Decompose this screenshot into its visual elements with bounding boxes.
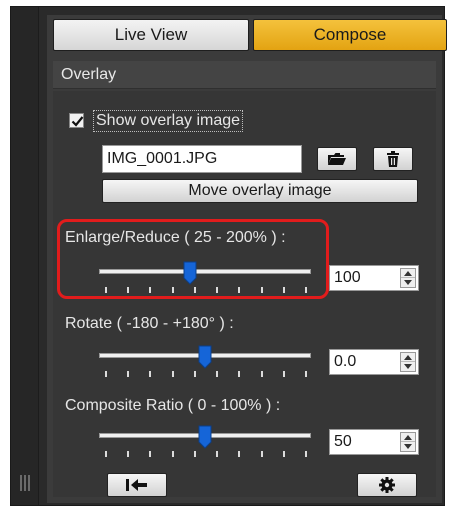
stepper-up-icon[interactable] (401, 433, 415, 442)
slider-ticks (99, 287, 311, 295)
checkmark-icon (71, 116, 84, 127)
enlarge-spinbox[interactable]: 100 (329, 265, 419, 291)
stepper-up-icon[interactable] (401, 269, 415, 278)
enlarge-value[interactable]: 100 (334, 266, 361, 290)
slider-tick (194, 451, 196, 457)
composite-ratio-value[interactable]: 50 (334, 430, 352, 454)
tab-compose[interactable]: Compose (253, 19, 447, 51)
slider-tick (238, 287, 240, 293)
slider-tick (127, 371, 129, 377)
slider-tick (127, 287, 129, 293)
slider-tick (172, 451, 174, 457)
composite-ratio-spinbox[interactable]: 50 (329, 429, 419, 455)
delete-overlay-button[interactable] (373, 147, 413, 171)
app-window: Live View Compose Overlay Show overlay i… (10, 6, 447, 506)
slider-tick (305, 371, 307, 377)
slider-tick (172, 287, 174, 293)
composite-ratio-slider[interactable] (99, 425, 315, 465)
slider-tick (305, 287, 307, 293)
stepper-down-icon[interactable] (401, 442, 415, 451)
slider-tick (283, 287, 285, 293)
slider-tick (261, 451, 263, 457)
slider-thumb[interactable] (198, 425, 212, 449)
rotate-spinbox[interactable]: 0.0 (329, 349, 419, 375)
slider-tick (216, 371, 218, 377)
folder-open-icon (328, 153, 346, 165)
slider-tick (105, 287, 107, 293)
slider-tick (283, 451, 285, 457)
slider-tick (149, 371, 151, 377)
rotate-stepper[interactable] (400, 352, 416, 372)
slider-tick (261, 287, 263, 293)
slider-thumb[interactable] (198, 345, 212, 369)
stepper-up-icon[interactable] (401, 353, 415, 362)
overlay-filename-field[interactable]: IMG_0001.JPG (102, 145, 302, 173)
gear-icon (379, 477, 395, 493)
slider-tick (305, 451, 307, 457)
slider-tick (149, 451, 151, 457)
section-header-overlay: Overlay (53, 61, 436, 89)
enlarge-slider[interactable] (99, 261, 315, 301)
resize-grip-icon[interactable] (20, 475, 30, 491)
slider-tick (238, 371, 240, 377)
slider-ticks (99, 451, 311, 459)
stepper-down-icon[interactable] (401, 278, 415, 287)
reset-arrow-icon (126, 479, 147, 491)
slider-tick (283, 371, 285, 377)
rotate-slider[interactable] (99, 345, 315, 385)
composite-ratio-stepper[interactable] (400, 432, 416, 452)
stepper-down-icon[interactable] (401, 362, 415, 371)
slider-tick (194, 287, 196, 293)
slider-track[interactable] (99, 269, 311, 274)
tab-live-view[interactable]: Live View (53, 19, 249, 51)
slider-tick (194, 371, 196, 377)
slider-tick (172, 371, 174, 377)
trash-icon (387, 151, 399, 167)
composite-ratio-label: Composite Ratio ( 0 - 100% ) : (65, 397, 281, 414)
slider-tick (216, 451, 218, 457)
enlarge-label: Enlarge/Reduce ( 25 - 200% ) : (65, 229, 286, 246)
settings-button[interactable] (357, 473, 417, 497)
slider-tick (149, 287, 151, 293)
rotate-value[interactable]: 0.0 (334, 350, 356, 374)
compose-panel: Live View Compose Overlay Show overlay i… (47, 15, 447, 503)
slider-tick (105, 371, 107, 377)
reset-button[interactable] (107, 473, 167, 497)
slider-tick (261, 371, 263, 377)
show-overlay-label[interactable]: Show overlay image (93, 110, 244, 132)
enlarge-stepper[interactable] (400, 268, 416, 288)
open-folder-button[interactable] (317, 147, 357, 171)
rotate-label: Rotate ( -180 - +180° ) : (65, 315, 234, 332)
slider-tick (238, 451, 240, 457)
move-overlay-button[interactable]: Move overlay image (102, 179, 418, 203)
slider-tick (127, 451, 129, 457)
overlay-section: Show overlay image IMG_0001.JPG Move ove… (53, 91, 436, 497)
left-sidebar-strip (11, 7, 39, 505)
show-overlay-checkbox[interactable] (69, 113, 84, 128)
slider-thumb[interactable] (183, 261, 197, 285)
slider-tick (105, 451, 107, 457)
slider-tick (216, 287, 218, 293)
slider-ticks (99, 371, 311, 379)
